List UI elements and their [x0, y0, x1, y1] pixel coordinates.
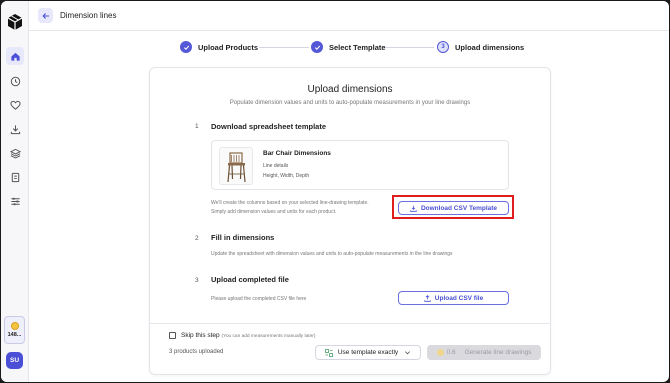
avatar[interactable]: SU [6, 352, 23, 369]
skip-label-text: Skip this step [181, 332, 220, 339]
bar-chair-image [219, 147, 253, 185]
coin-icon [10, 322, 19, 330]
skip-checkbox[interactable] [169, 332, 176, 339]
fill-note: Update the spreadsheet with dimension va… [211, 251, 453, 257]
upload-csv-label: Upload CSV file [434, 294, 484, 302]
product-dimensions: Height, Width, Depth [263, 173, 310, 179]
upload-card: Upload dimensions Populate dimension val… [149, 67, 551, 375]
coin-icon [436, 349, 444, 356]
check-icon [180, 41, 192, 53]
credits-value: 148... [7, 332, 22, 338]
step-label: Upload Products [198, 42, 259, 52]
chevron-down-icon [405, 351, 411, 355]
section-number: 2 [195, 235, 199, 242]
card-subtitle: Populate dimension values and units to a… [229, 100, 471, 106]
back-button[interactable] [38, 8, 53, 23]
card-title: Upload dimensions [307, 84, 393, 95]
highlight-box [392, 195, 514, 219]
settings-icon[interactable] [6, 192, 24, 210]
skip-label: Skip this step (You can add measurements… [181, 332, 315, 339]
step-label: Select Template [329, 42, 386, 52]
upload-csv-button[interactable]: Upload CSV file [398, 291, 509, 305]
step-upload-dimensions[interactable]: 3 Upload dimensions [437, 41, 524, 53]
section-number: 1 [195, 123, 199, 130]
download-note-1: We'll create the columns based on your s… [211, 200, 369, 206]
stepper: Upload Products Select Template 3 Upload… [1, 41, 669, 55]
layers-icon[interactable] [6, 144, 24, 162]
sidebar: 148... SU [1, 1, 29, 382]
download-note-2: Simply add dimension values and units fo… [211, 209, 337, 215]
cost-value: 0.6 [446, 349, 456, 356]
step-upload-products[interactable]: Upload Products [180, 41, 258, 53]
credits-badge[interactable]: 148... [4, 316, 25, 344]
product-name: Bar Chair Dimensions [263, 150, 331, 157]
arrow-left-icon [41, 12, 49, 19]
step-number: 3 [437, 41, 449, 53]
product-detail: Line details [263, 163, 289, 169]
clock-icon[interactable] [6, 72, 24, 90]
upload-icon [424, 294, 431, 302]
logo-icon[interactable] [6, 13, 24, 31]
template-icon [324, 348, 333, 357]
app-window: 148... SU Dimension lines Upload Product… [1, 1, 669, 382]
download-icon[interactable] [6, 120, 24, 138]
template-mode-label: Use template exactly [337, 349, 399, 356]
top-bar: Dimension lines [29, 1, 669, 31]
divider [150, 323, 550, 324]
step-label: Upload dimensions [455, 42, 525, 52]
upload-count: 3 products uploaded [169, 349, 224, 355]
generate-button[interactable]: 0.6 Generate line drawings [427, 345, 541, 360]
template-mode-dropdown[interactable]: Use template exactly [315, 345, 421, 360]
file-icon[interactable] [6, 168, 24, 186]
skip-note: (You can add measurements manually later… [221, 334, 316, 339]
generate-label: Generate line drawings [464, 349, 532, 356]
step-connector [386, 47, 434, 48]
step-select-template[interactable]: Select Template [311, 41, 386, 53]
product-card: Bar Chair Dimensions Line details Height… [211, 140, 509, 190]
check-icon [311, 41, 323, 53]
step-connector [259, 47, 309, 48]
heart-icon[interactable] [6, 96, 24, 114]
section-title-download: Download spreadsheet template [211, 122, 327, 131]
section-title-fill: Fill in dimensions [211, 233, 275, 242]
section-title-upload: Upload completed file [211, 275, 289, 284]
page-title: Dimension lines [60, 11, 117, 20]
upload-note: Please upload the completed CSV file her… [211, 296, 307, 302]
section-number: 3 [195, 277, 199, 284]
